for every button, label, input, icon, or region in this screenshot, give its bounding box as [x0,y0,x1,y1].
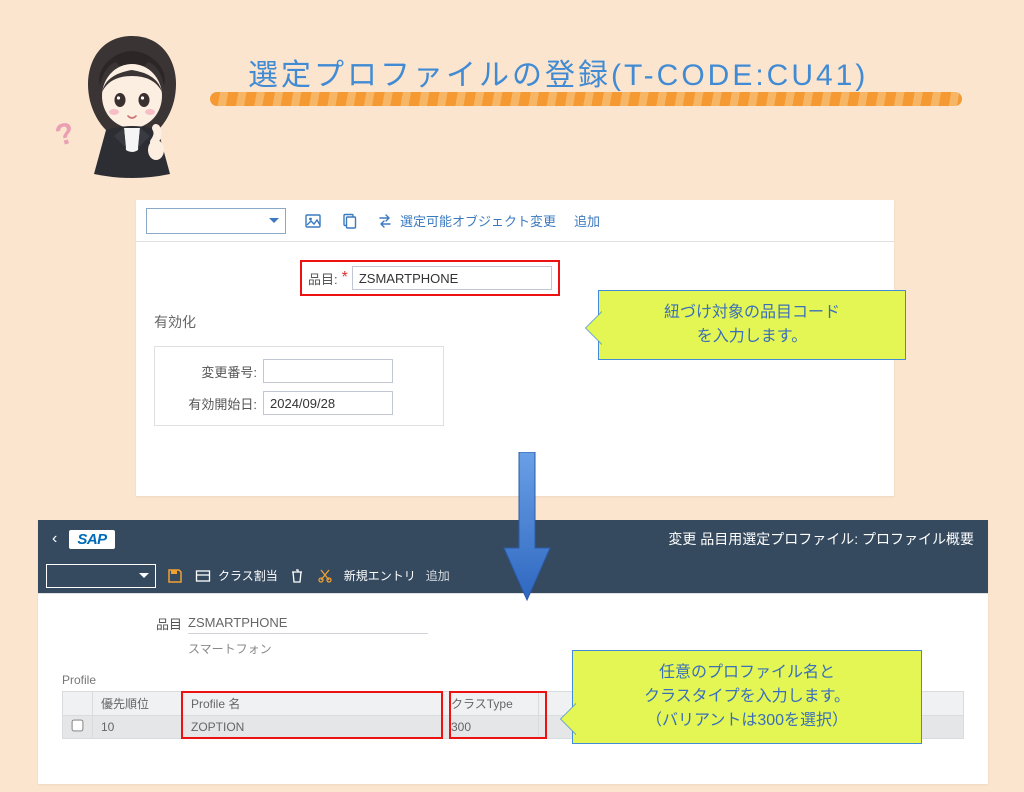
callout-line: （バリアントは300を選択） [591,709,903,733]
material-input[interactable] [352,266,552,290]
flow-arrow-down-icon [502,452,552,602]
new-entry-button[interactable]: 新規エントリ [344,567,416,584]
copy-icon[interactable] [340,212,358,230]
valid-from-label: 有効開始日: [169,394,257,413]
class-icon [194,567,212,585]
change-no-label: 変更番号: [169,362,257,381]
image-icon[interactable] [304,212,322,230]
material-description: スマートフォン [188,640,272,657]
toolbar-combo[interactable] [146,208,286,234]
swap-icon [376,212,394,230]
cell-priority[interactable]: 10 [93,716,183,739]
callout-line: 任意のプロファイル名と [591,661,903,685]
material-field-group: 品目: * [300,260,560,296]
title-underline [210,92,962,106]
material-value [188,612,428,634]
row-checkbox[interactable] [72,720,84,732]
page-title: 選定プロファイルの登録(T-CODE:CU41) [248,50,868,94]
col-profile-name: Profile 名 [183,692,443,716]
add-button[interactable]: 追加 [574,211,606,230]
callout-line: を入力します。 [617,325,887,349]
col-priority: 優先順位 [93,692,183,716]
toolbar: 選定可能オブジェクト変更 追加 [136,200,894,242]
activation-group: 変更番号: 有効開始日: [154,346,444,426]
class-assign-button[interactable]: クラス割当 [194,567,278,585]
toolbar-label: 追加 [574,211,600,230]
chevron-down-icon [139,573,149,583]
toolbar-label: 新規エントリ [344,567,416,584]
callout-line: クラスタイプを入力します。 [591,685,903,709]
toolbar-combo[interactable] [46,564,156,588]
cell-profile-name[interactable]: ZOPTION [183,716,443,739]
sap-logo: SAP [69,530,114,549]
toolbar-label: クラス割当 [218,567,278,584]
col-class-type: クラスType [443,692,539,716]
avatar-illustration [62,18,202,178]
toolbar-label: 選定可能オブジェクト変更 [400,211,556,230]
valid-from-input[interactable] [263,391,393,415]
screen-title: 変更 品目用選定プロファイル: プロファイル概要 [668,529,974,549]
save-icon[interactable] [166,567,184,585]
required-mark: * [342,269,348,287]
change-no-input[interactable] [263,359,393,383]
chevron-down-icon [269,218,279,228]
back-button[interactable]: ‹ [52,530,57,548]
toolbar-label: 追加 [426,567,450,584]
callout-profile-classtype: 任意のプロファイル名と クラスタイプを入力します。 （バリアントは300を選択） [572,650,922,744]
material-label: 品目 [62,614,182,633]
delete-icon[interactable] [288,567,306,585]
cell-class-type[interactable]: 300 [443,716,539,739]
add-button[interactable]: 追加 [426,567,450,584]
callout-material-code: 紐づけ対象の品目コード を入力します。 [598,290,906,360]
cut-icon[interactable] [316,567,334,585]
material-label: 品目: [308,269,338,288]
change-selectable-objects-button[interactable]: 選定可能オブジェクト変更 [376,211,556,230]
callout-line: 紐づけ対象の品目コード [617,301,887,325]
col-checkbox [63,692,93,716]
